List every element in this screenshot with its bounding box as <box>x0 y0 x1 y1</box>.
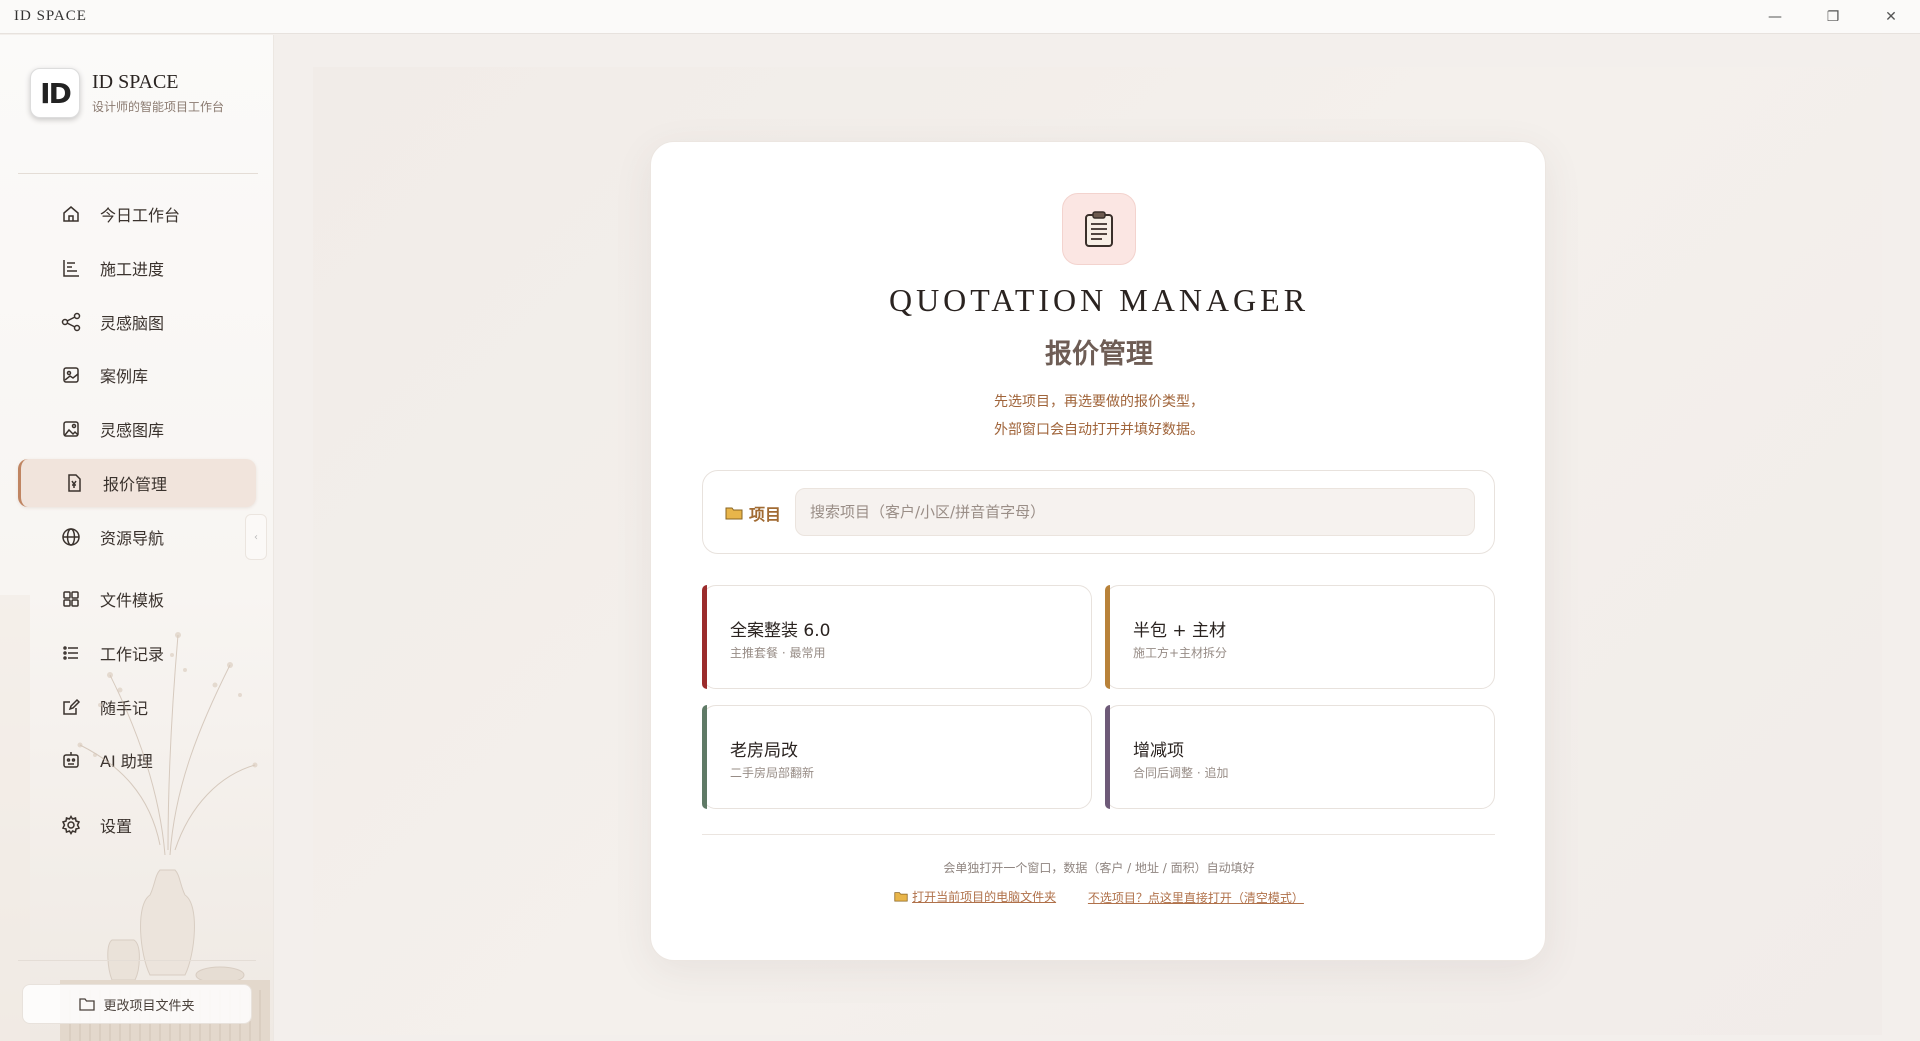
change-folder-label: 更改项目文件夹 <box>103 998 195 1014</box>
project-label: 项目 <box>725 501 781 525</box>
sidebar-item-label: 报价管理 <box>103 475 168 494</box>
divider <box>18 173 258 174</box>
case-library-icon <box>63 367 79 383</box>
sidebar-item-label: 施工进度 <box>100 260 165 279</box>
image-library-icon <box>63 421 79 437</box>
change-project-folder-button[interactable]: 更改项目文件夹 <box>22 984 252 1024</box>
maximize-button[interactable]: ❐ <box>1804 0 1862 34</box>
sidebar-item-label: 今日工作台 <box>100 206 181 225</box>
sidebar-item-progress[interactable]: 施工进度 <box>18 244 256 292</box>
type-title: 全案整装 6.0 <box>730 621 831 641</box>
description-line: 先选项目，再选要做的报价类型， <box>994 394 1204 410</box>
clipboard-icon <box>1062 193 1136 265</box>
mindmap-icon <box>61 312 81 332</box>
close-button[interactable]: ✕ <box>1862 0 1920 34</box>
footer-links: 打开当前项目的电脑文件夹 不选项目？点这里直接打开（清空模式） <box>651 888 1547 906</box>
footer-note: 会单独打开一个窗口，数据（客户 / 地址 / 面积）自动填好 <box>943 861 1255 875</box>
sidebar-item-cases[interactable]: 案例库 <box>18 351 256 399</box>
description-line: 外部窗口会自动打开并填好数据。 <box>994 422 1204 438</box>
sidebar-item-gallery[interactable]: 灵感图库 <box>18 405 256 453</box>
sidebar-item-resources[interactable]: 资源导航 <box>18 513 256 561</box>
folder-icon <box>79 998 96 1011</box>
window-controls: — ❐ ✕ <box>1746 0 1920 34</box>
sidebar-item-label: 案例库 <box>100 367 149 386</box>
sidebar-item-quotation[interactable]: 报价管理 <box>18 459 256 507</box>
title-bar: ID SPACE — ❐ ✕ <box>0 0 1920 34</box>
open-folder-link-text: 打开当前项目的电脑文件夹 <box>912 890 1057 904</box>
type-subtitle: 二手房局部翻新 <box>730 766 815 780</box>
quote-type-half-package[interactable]: 半包 + 主材 施工方+主材拆分 <box>1105 585 1495 689</box>
sidebar-collapse-handle[interactable]: ‹ <box>245 514 267 560</box>
project-search-input[interactable] <box>795 488 1475 536</box>
type-title: 老房局改 <box>730 741 798 761</box>
open-without-project-link[interactable]: 不选项目？点这里直接打开（清空模式） <box>1088 889 1304 906</box>
project-selector: 项目 <box>702 470 1495 554</box>
app-logo: ID <box>30 68 80 118</box>
open-project-folder-link[interactable]: 打开当前项目的电脑文件夹 <box>894 888 1056 905</box>
sidebar-item-mindmap[interactable]: 灵感脑图 <box>18 298 256 346</box>
divider <box>702 834 1495 835</box>
sidebar-item-today[interactable]: 今日工作台 <box>18 190 256 238</box>
quote-type-change-items[interactable]: 增减项 合同后调整 · 追加 <box>1105 705 1495 809</box>
type-subtitle: 施工方+主材拆分 <box>1133 646 1228 660</box>
brand: ID ID SPACE 设计师的智能项目工作台 <box>30 68 224 118</box>
minimize-button[interactable]: — <box>1746 0 1804 34</box>
page-title: QUOTATION MANAGER <box>888 282 1310 318</box>
type-accent-bar <box>1105 705 1110 809</box>
folder-icon <box>725 507 743 520</box>
type-accent-bar <box>1105 585 1110 689</box>
type-accent-bar <box>702 705 707 809</box>
quotation-icon <box>68 474 81 492</box>
type-accent-bar <box>702 585 707 689</box>
sidebar: ID ID SPACE 设计师的智能项目工作台 今日工作台 施工进度 灵感脑图 … <box>0 35 274 1041</box>
home-icon <box>63 206 79 222</box>
quote-type-full-package[interactable]: 全案整装 6.0 主推套餐 · 最常用 <box>702 585 1092 689</box>
decorative-vase-illustration <box>0 595 270 1041</box>
folder-icon <box>894 892 908 902</box>
divider <box>18 960 256 961</box>
page-subtitle: 报价管理 <box>1045 339 1153 370</box>
project-label-text: 项目 <box>749 505 782 524</box>
sidebar-item-label: 资源导航 <box>100 529 165 548</box>
brand-name: ID SPACE <box>92 71 179 93</box>
page-description: 先选项目，再选要做的报价类型， 外部窗口会自动打开并填好数据。 <box>651 388 1547 444</box>
type-title: 增减项 <box>1133 741 1184 761</box>
type-title: 半包 + 主材 <box>1133 621 1227 641</box>
type-subtitle: 主推套餐 · 最常用 <box>730 646 826 660</box>
window-title: ID SPACE <box>14 8 87 24</box>
sidebar-item-label: 灵感图库 <box>100 421 165 440</box>
progress-icon <box>63 260 79 277</box>
quote-type-old-house-renovation[interactable]: 老房局改 二手房局部翻新 <box>702 705 1092 809</box>
globe-icon <box>62 528 80 546</box>
sidebar-item-label: 灵感脑图 <box>100 314 165 333</box>
brand-subtitle: 设计师的智能项目工作台 <box>92 100 225 114</box>
quotation-card: QUOTATION MANAGER 报价管理 先选项目，再选要做的报价类型， 外… <box>650 141 1546 961</box>
logo-text: ID <box>40 76 72 110</box>
type-subtitle: 合同后调整 · 追加 <box>1133 766 1229 780</box>
